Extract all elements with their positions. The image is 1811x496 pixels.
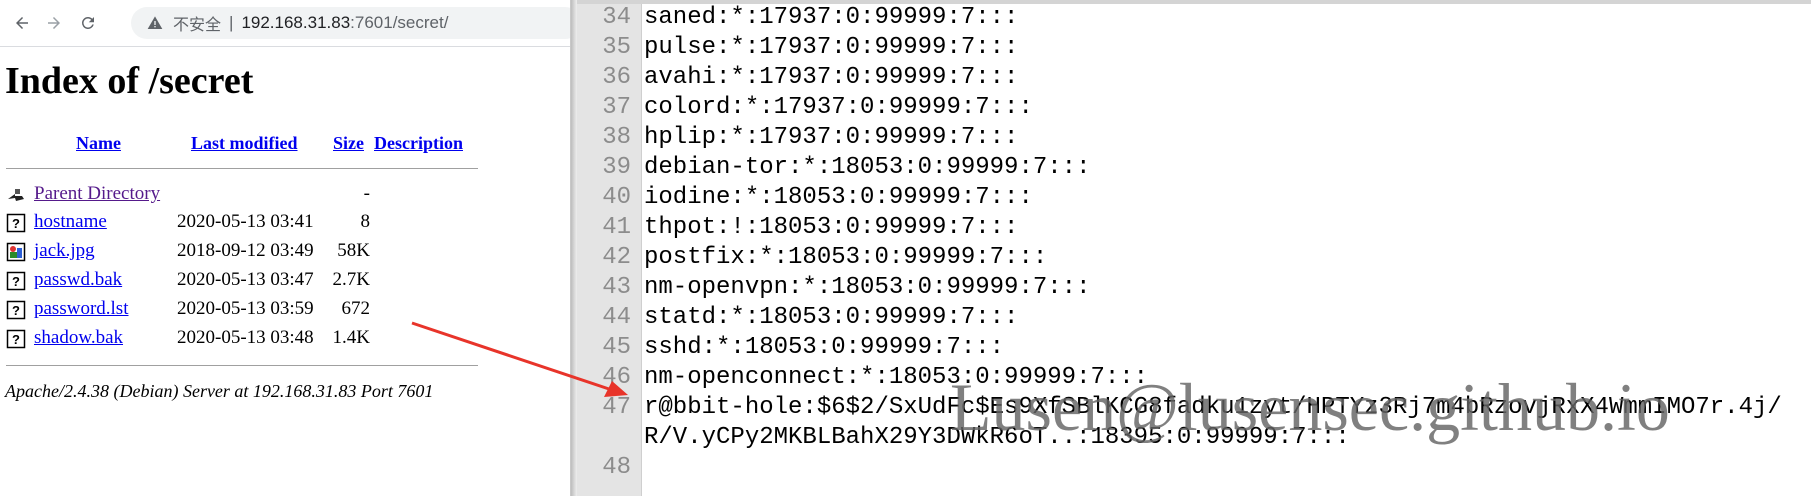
warning-icon xyxy=(147,15,163,31)
code-line: statd:*:18053:0:99999:7::: xyxy=(644,304,1019,331)
list-item: ? password.lst 2020-05-13 03:59 672 xyxy=(6,298,486,322)
unknown-file-icon: ? xyxy=(6,300,26,320)
address-separator: | xyxy=(229,13,234,32)
file-link[interactable]: hostname xyxy=(34,211,107,233)
header-divider xyxy=(6,168,478,169)
gutter-divider xyxy=(641,4,642,496)
security-label: 不安全 xyxy=(173,17,222,34)
code-line: avahi:*:17937:0:99999:7::: xyxy=(644,64,1019,91)
line-number: 48 xyxy=(602,454,631,481)
line-number: 44 xyxy=(602,304,631,331)
image-file-icon xyxy=(6,242,26,262)
line-number: 40 xyxy=(602,184,631,211)
list-item: jack.jpg 2018-09-12 03:49 58K xyxy=(6,240,486,264)
code-line: colord:*:17937:0:99999:7::: xyxy=(644,94,1033,121)
file-size: 1.4K xyxy=(332,327,370,348)
line-number: 35 xyxy=(602,34,631,61)
line-number: 34 xyxy=(602,4,631,31)
list-item: ? shadow.bak 2020-05-13 03:48 1.4K xyxy=(6,327,486,351)
watermark: Lusen@lusensec.github.io xyxy=(950,369,1670,445)
url-path: :7601/secret/ xyxy=(350,13,449,32)
browser-window: 不安全 | 192.168.31.83:7601/secret/ Index o… xyxy=(0,0,570,496)
unknown-file-icon: ? xyxy=(6,213,26,233)
line-number: 46 xyxy=(602,364,631,391)
code-line: pulse:*:17937:0:99999:7::: xyxy=(644,34,1019,61)
reload-icon xyxy=(81,16,94,29)
file-link[interactable]: jack.jpg xyxy=(34,240,95,262)
column-description-link[interactable]: Description xyxy=(374,133,463,154)
reload-button[interactable] xyxy=(74,9,102,37)
svg-text:?: ? xyxy=(12,274,20,289)
code-line: thpot:!:18053:0:99999:7::: xyxy=(644,214,1019,241)
line-number: 43 xyxy=(602,274,631,301)
code-line: debian-tor:*:18053:0:99999:7::: xyxy=(644,154,1091,181)
arrow-right-icon xyxy=(48,17,60,29)
file-link[interactable]: passwd.bak xyxy=(34,269,122,291)
code-line: sshd:*:18053:0:99999:7::: xyxy=(644,334,1005,361)
code-line: iodine:*:18053:0:99999:7::: xyxy=(644,184,1033,211)
footer-divider xyxy=(6,365,478,366)
column-last-modified-link[interactable]: Last modified xyxy=(191,133,298,154)
back-button[interactable] xyxy=(8,9,36,37)
arrow-left-icon xyxy=(16,17,28,29)
parent-directory-link[interactable]: Parent Directory xyxy=(34,183,160,205)
code-line: nm-openvpn:*:18053:0:99999:7::: xyxy=(644,274,1091,301)
line-number: 45 xyxy=(602,334,631,361)
column-size-link[interactable]: Size xyxy=(333,133,364,154)
unknown-file-icon: ? xyxy=(6,329,26,349)
line-number: 42 xyxy=(602,244,631,271)
file-last-modified: 2018-09-12 03:49 xyxy=(177,240,314,261)
unknown-file-icon: ? xyxy=(6,271,26,291)
svg-text:?: ? xyxy=(12,332,20,347)
code-line: hplip:*:17937:0:99999:7::: xyxy=(644,124,1019,151)
svg-text:?: ? xyxy=(12,216,20,231)
list-item: Parent Directory - xyxy=(6,183,486,207)
page-title: Index of /secret xyxy=(5,60,254,102)
file-size: 2.7K xyxy=(332,269,370,290)
file-last-modified: 2020-05-13 03:59 xyxy=(177,298,314,319)
browser-toolbar: 不安全 | 192.168.31.83:7601/secret/ xyxy=(0,0,570,47)
parent-size: - xyxy=(363,183,370,204)
file-last-modified: 2020-05-13 03:48 xyxy=(177,327,314,348)
file-last-modified: 2020-05-13 03:47 xyxy=(177,269,314,290)
forward-button[interactable] xyxy=(40,9,68,37)
list-item: ? passwd.bak 2020-05-13 03:47 2.7K xyxy=(6,269,486,293)
line-number: 38 xyxy=(602,124,631,151)
file-size: 672 xyxy=(341,298,371,319)
code-line: saned:*:17937:0:99999:7::: xyxy=(644,4,1019,31)
column-name-link[interactable]: Name xyxy=(76,133,121,154)
file-link[interactable]: shadow.bak xyxy=(34,327,123,349)
file-link[interactable]: password.lst xyxy=(34,298,128,320)
file-size: 8 xyxy=(360,211,371,232)
file-size: 58K xyxy=(337,240,370,261)
url-host: 192.168.31.83 xyxy=(241,13,351,32)
file-last-modified: 2020-05-13 03:41 xyxy=(177,211,314,232)
line-number: 47 xyxy=(602,394,631,421)
address-bar[interactable]: 不安全 | 192.168.31.83:7601/secret/ xyxy=(131,7,570,39)
server-signature: Apache/2.4.38 (Debian) Server at 192.168… xyxy=(5,381,434,401)
line-number: 39 xyxy=(602,154,631,181)
code-line: postfix:*:18053:0:99999:7::: xyxy=(644,244,1048,271)
line-number: 36 xyxy=(602,64,631,91)
line-number: 37 xyxy=(602,94,631,121)
line-number: 41 xyxy=(602,214,631,241)
back-folder-icon xyxy=(8,189,24,201)
svg-text:?: ? xyxy=(12,303,20,318)
list-item: ? hostname 2020-05-13 03:41 8 xyxy=(6,211,486,235)
